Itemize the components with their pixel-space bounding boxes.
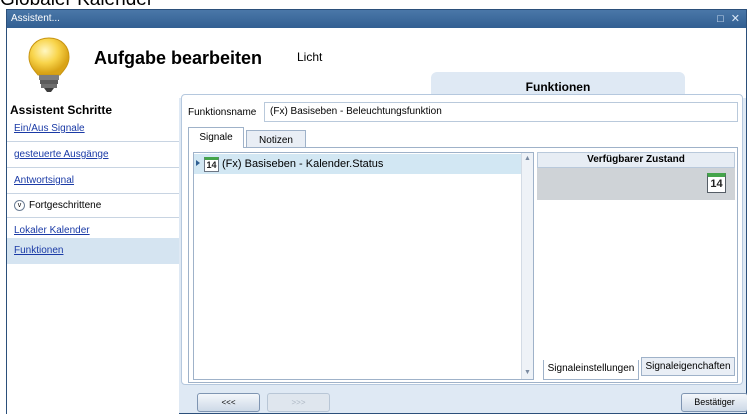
window-titlebar: Assistent... □ ✕: [7, 10, 746, 28]
signal-row[interactable]: 14 (Fx) Basiseben - Kalender.Status: [194, 154, 521, 174]
confirm-button[interactable]: Bestätiger: [681, 393, 747, 412]
sidebar-item-ein-aus-signale[interactable]: Ein/Aus Signale: [7, 116, 179, 142]
sidebar: Assistent Schritte Ein/Aus Signale geste…: [7, 98, 179, 415]
signal-list: 14 (Fx) Basiseben - Kalender.Status ▲ ▼: [193, 152, 534, 380]
page-title: Aufgabe bearbeiten: [94, 48, 263, 68]
sidebar-item-label[interactable]: Ein/Aus Signale: [14, 123, 85, 134]
sidebar-item-gesteuerte-ausgaenge[interactable]: gesteuerte Ausgänge: [7, 142, 179, 168]
available-state-panel: Verfügbarer Zustand 14 Signaleigenchafte…: [537, 152, 735, 380]
assistant-window: Assistent... □ ✕ Aufgabe bearbeiten Lich…: [6, 9, 747, 415]
sidebar-item-label[interactable]: Lokaler Kalender: [14, 225, 90, 236]
signal-list-scrollbar[interactable]: ▲ ▼: [521, 153, 533, 379]
tab-signaleinstellungen[interactable]: Signaleinstellungen: [543, 360, 639, 380]
calendar-icon[interactable]: 14: [707, 173, 726, 193]
forward-button[interactable]: >>>: [267, 393, 330, 412]
main-content: Funktionsname (Fx) Basiseben - Beleuchtu…: [181, 94, 743, 385]
available-state-header: Verfügbarer Zustand: [537, 152, 735, 168]
signals-tab-panel: 14 (Fx) Basiseben - Kalender.Status ▲ ▼ V…: [188, 147, 738, 383]
lightbulb-icon: [23, 34, 75, 99]
sidebar-item-funktionen[interactable]: Funktionen: [7, 238, 179, 264]
signal-label: (Fx) Basiseben - Kalender.Status: [222, 158, 384, 170]
header: Aufgabe bearbeiten Licht Funktionen: [7, 28, 746, 102]
chevron-down-icon[interactable]: v: [14, 199, 25, 211]
expand-arrow-icon[interactable]: [196, 160, 200, 166]
sidebar-item-label[interactable]: gesteuerte Ausgänge: [14, 149, 109, 160]
sidebar-item-antwortsignal[interactable]: Antwortsignal: [7, 168, 179, 194]
back-button[interactable]: <<<: [197, 393, 260, 412]
sidebar-item-label[interactable]: Funktionen: [14, 245, 63, 256]
sidebar-item-label[interactable]: Antwortsignal: [14, 175, 74, 186]
scroll-up-icon[interactable]: ▲: [522, 153, 533, 165]
scroll-down-icon[interactable]: ▼: [522, 367, 533, 379]
function-name-label: Funktionsname: [188, 107, 257, 118]
tab-signale[interactable]: Signale: [188, 127, 244, 148]
sidebar-group-fortgeschrittene[interactable]: v Fortgeschrittene: [7, 194, 179, 218]
tab-notizen[interactable]: Notizen: [246, 130, 306, 147]
page-subtitle: Licht: [297, 50, 323, 64]
sidebar-title: Assistent Schritte: [10, 103, 113, 117]
sidebar-item-label: Fortgeschrittene: [29, 200, 102, 211]
tab-signaleigenschaften[interactable]: Signaleigenchaften: [641, 357, 735, 376]
window-title: Assistent...: [11, 13, 60, 24]
function-name-input[interactable]: (Fx) Basiseben - Beleuchtungsfunktion: [264, 102, 738, 122]
available-state-row[interactable]: 14: [537, 168, 735, 200]
calendar-icon: 14: [204, 156, 219, 172]
window-controls[interactable]: □ ✕: [717, 10, 742, 28]
